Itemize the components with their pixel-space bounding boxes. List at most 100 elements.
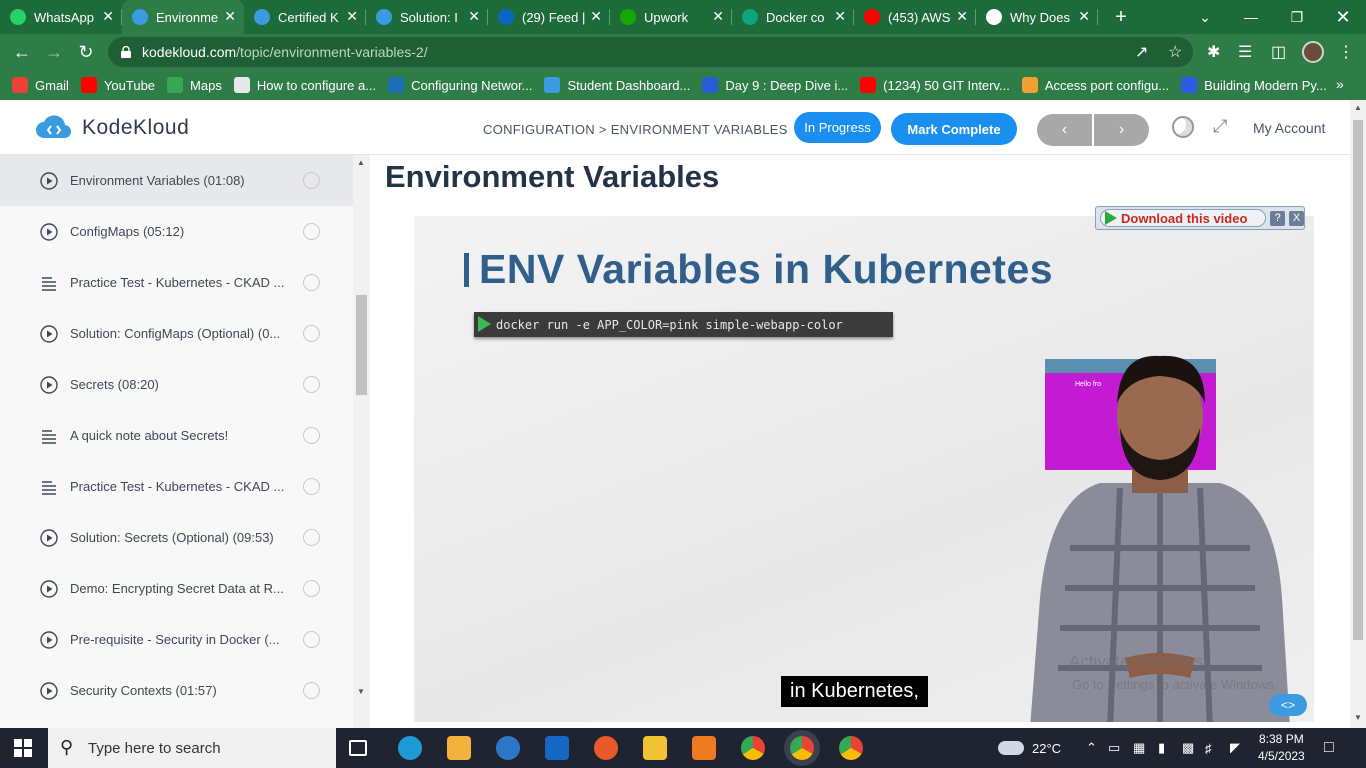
bookmark-item[interactable]: How to configure a... bbox=[233, 77, 376, 93]
battery-icon[interactable]: ▭ bbox=[1108, 728, 1120, 768]
bookmark-item[interactable]: Gmail bbox=[12, 77, 69, 93]
fullscreen-icon[interactable]: ⤢ bbox=[1213, 116, 1227, 137]
weather-icon[interactable] bbox=[998, 728, 1024, 768]
lesson-item[interactable]: Solution: Secrets (Optional) (09:53) bbox=[0, 512, 353, 563]
app-icon[interactable] bbox=[496, 736, 520, 760]
usb-icon[interactable]: ▮ bbox=[1158, 728, 1165, 768]
lesson-item[interactable]: A quick note about Secrets! bbox=[0, 410, 353, 461]
clock[interactable]: 8:38 PM 4/5/2023 bbox=[1258, 728, 1305, 768]
network-monitor-icon[interactable]: ▦ bbox=[1133, 728, 1145, 768]
taskbar-search-box[interactable]: ⚲ Type here to search bbox=[48, 728, 336, 768]
mail-icon[interactable] bbox=[545, 736, 569, 760]
bookmark-item[interactable]: Access port configu... bbox=[1021, 77, 1169, 93]
close-tab-icon[interactable]: ✕ bbox=[468, 9, 480, 23]
snagit-icon[interactable] bbox=[594, 736, 618, 760]
profile-avatar[interactable] bbox=[1302, 34, 1324, 70]
browser-tab[interactable]: Upwork ✕ bbox=[610, 0, 732, 34]
lesson-item[interactable]: Solution: ConfigMaps (Optional) (0... bbox=[0, 308, 353, 359]
browser-tab[interactable]: Docker co ✕ bbox=[732, 0, 854, 34]
completion-circle-icon[interactable] bbox=[303, 376, 320, 393]
bookmark-star-icon[interactable]: ☆ bbox=[1168, 34, 1182, 70]
completion-circle-icon[interactable] bbox=[303, 427, 320, 444]
lesson-item[interactable]: Security Contexts (01:57) bbox=[0, 665, 353, 716]
browser-tab[interactable]: (453) AWS ✕ bbox=[854, 0, 976, 34]
extensions-icon[interactable]: ✱ bbox=[1207, 34, 1220, 70]
restore-button[interactable]: ❐ bbox=[1274, 0, 1320, 34]
browser-tab[interactable]: Certified K ✕ bbox=[244, 0, 366, 34]
completion-circle-icon[interactable] bbox=[303, 478, 320, 495]
browser-tab[interactable]: (29) Feed | ✕ bbox=[488, 0, 610, 34]
lesson-item[interactable]: ConfigMaps (05:12) bbox=[0, 206, 353, 257]
previous-lesson-button[interactable]: ‹ bbox=[1037, 114, 1092, 146]
bookmark-item[interactable]: YouTube bbox=[80, 77, 155, 93]
browser-menu-icon[interactable]: ⋮ bbox=[1338, 34, 1354, 70]
close-tab-icon[interactable]: ✕ bbox=[102, 9, 114, 23]
file-explorer-icon[interactable] bbox=[643, 736, 667, 760]
browser-tab[interactable]: Environme ✕ bbox=[122, 0, 244, 34]
completion-circle-icon[interactable] bbox=[303, 274, 320, 291]
dark-mode-toggle-icon[interactable] bbox=[1172, 116, 1194, 138]
more-bookmarks-icon[interactable]: » bbox=[1336, 76, 1344, 92]
minimize-button[interactable]: — bbox=[1228, 0, 1274, 34]
forward-arrow-icon[interactable]: → bbox=[38, 36, 70, 68]
my-account-link[interactable]: My Account bbox=[1253, 120, 1325, 136]
close-download-icon[interactable]: X bbox=[1289, 210, 1304, 226]
notifications-icon[interactable]: □ bbox=[1324, 728, 1334, 768]
completion-circle-icon[interactable] bbox=[303, 325, 320, 342]
lesson-item[interactable]: Pre-requisite - Security in Docker (... bbox=[0, 614, 353, 665]
completion-circle-icon[interactable] bbox=[303, 529, 320, 546]
browser-tab[interactable]: WhatsApp ✕ bbox=[0, 0, 122, 34]
bookmark-item[interactable]: Maps bbox=[167, 77, 222, 93]
page-scrollbar[interactable]: ▲ ▼ bbox=[1350, 100, 1366, 728]
next-lesson-button[interactable]: › bbox=[1094, 114, 1149, 146]
reload-icon[interactable]: ↻ bbox=[70, 36, 102, 68]
store-icon[interactable] bbox=[447, 736, 471, 760]
scroll-down-arrow-icon[interactable]: ▼ bbox=[357, 687, 365, 696]
help-icon[interactable]: ? bbox=[1270, 210, 1286, 226]
browser-tab[interactable]: Why Does ✕ bbox=[976, 0, 1098, 34]
chrome-icon[interactable] bbox=[741, 736, 765, 760]
tab-search-chevron-icon[interactable]: ⌄ bbox=[1182, 0, 1228, 34]
chrome-profile-icon[interactable] bbox=[839, 736, 863, 760]
lesson-item[interactable]: Secrets (08:20) bbox=[0, 359, 353, 410]
bookmark-item[interactable]: Configuring Networ... bbox=[388, 77, 532, 93]
page-scroll-thumb[interactable] bbox=[1353, 120, 1363, 640]
download-video-button[interactable]: Download this video bbox=[1100, 209, 1267, 227]
browser-tab[interactable]: Solution: I ✕ bbox=[366, 0, 488, 34]
windows-start-icon[interactable] bbox=[14, 739, 32, 762]
side-panel-icon[interactable]: ◫ bbox=[1271, 34, 1286, 70]
close-tab-icon[interactable]: ✕ bbox=[712, 9, 724, 23]
close-tab-icon[interactable]: ✕ bbox=[1078, 9, 1090, 23]
new-tab-button[interactable]: + bbox=[1106, 6, 1136, 29]
close-tab-icon[interactable]: ✕ bbox=[346, 9, 358, 23]
bookmark-item[interactable]: Building Modern Py... bbox=[1181, 77, 1327, 93]
bookmark-item[interactable]: Day 9 : Deep Dive i... bbox=[702, 77, 848, 93]
scroll-up-arrow-icon[interactable]: ▲ bbox=[357, 158, 365, 167]
share-icon[interactable]: ↗ bbox=[1135, 34, 1148, 70]
completion-circle-icon[interactable] bbox=[303, 631, 320, 648]
volume-icon[interactable]: ♯ bbox=[1205, 728, 1212, 768]
lesson-item[interactable]: Demo: Encrypting Secret Data at R... bbox=[0, 563, 353, 614]
back-arrow-icon[interactable]: ← bbox=[6, 36, 38, 68]
edge-icon[interactable] bbox=[398, 736, 422, 760]
chrome-active-icon[interactable] bbox=[790, 736, 814, 760]
video-player[interactable]: ENV Variables in Kubernetes docker run -… bbox=[414, 216, 1314, 722]
page-scroll-up-icon[interactable]: ▲ bbox=[1354, 103, 1362, 112]
wifi-icon[interactable]: ◤ bbox=[1230, 728, 1240, 768]
close-tab-icon[interactable]: ✕ bbox=[834, 9, 846, 23]
breadcrumb[interactable]: CONFIGURATION > ENVIRONMENT VARIABLES bbox=[483, 122, 788, 137]
address-bar[interactable]: kodekloud.com/topic/environment-variable… bbox=[108, 37, 1193, 67]
mark-complete-button[interactable]: Mark Complete bbox=[891, 113, 1017, 145]
bookmark-item[interactable]: Student Dashboard... bbox=[544, 77, 690, 93]
close-tab-icon[interactable]: ✕ bbox=[224, 9, 236, 23]
page-scroll-down-icon[interactable]: ▼ bbox=[1354, 713, 1362, 722]
media-control-icon[interactable]: ☰ bbox=[1238, 34, 1252, 70]
kodekloud-logo[interactable]: KodeKloud bbox=[34, 114, 189, 142]
tray-chevron-icon[interactable]: ⌃ bbox=[1086, 728, 1097, 768]
task-view-icon[interactable] bbox=[349, 740, 367, 756]
sidebar-scrollbar[interactable]: ▲ ▼ bbox=[353, 155, 370, 728]
settings-gear-icon[interactable] bbox=[692, 736, 716, 760]
lesson-item[interactable]: Environment Variables (01:08) bbox=[0, 155, 353, 206]
close-tab-icon[interactable]: ✕ bbox=[590, 9, 602, 23]
display-icon[interactable]: ▩ bbox=[1182, 728, 1194, 768]
